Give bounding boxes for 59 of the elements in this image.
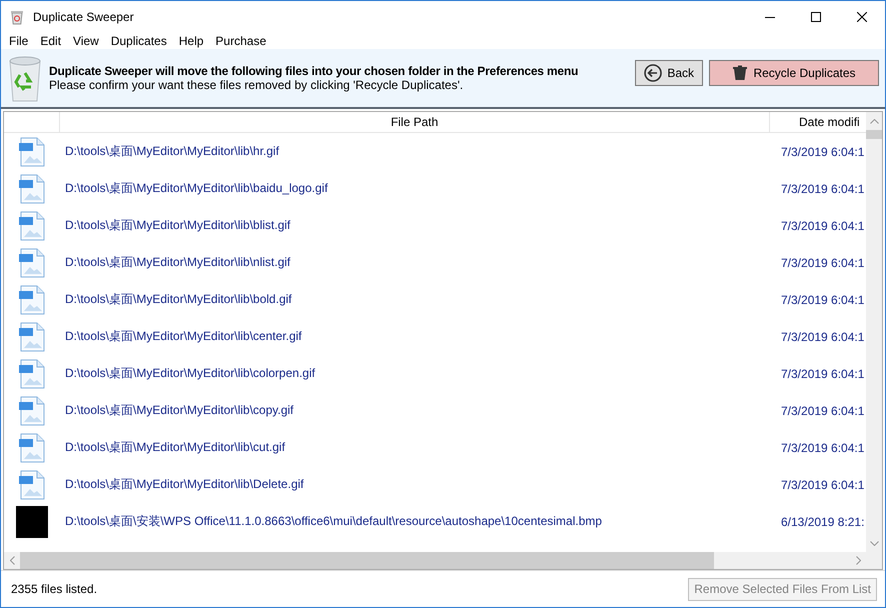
gif-file-icon	[19, 136, 45, 166]
menu-item[interactable]: Edit	[34, 34, 68, 48]
scroll-up-icon	[870, 118, 878, 124]
date-modified: 7/3/2019 6:04:1	[780, 330, 866, 344]
file-path: D:\tools\桌面\MyEditor\MyEditor\lib\blist.gif	[64, 217, 292, 234]
close-icon	[857, 12, 867, 22]
date-modified: 6/13/2019 8:21:	[780, 514, 866, 528]
file-path: D:\tools\桌面\MyEditor\MyEditor\lib\colorpen.gif	[64, 365, 316, 382]
date-modified: 7/3/2019 6:04:1	[780, 366, 866, 380]
date-modified: 7/3/2019 6:04:1	[780, 440, 866, 454]
scroll-down-icon	[870, 540, 878, 546]
date-modified: 7/3/2019 6:04:1	[780, 292, 866, 306]
date-modified: 7/3/2019 6:04:1	[780, 404, 866, 418]
image-thumbnail-icon	[16, 506, 48, 538]
file-path: D:\tools\桌面\MyEditor\MyEditor\lib\bold.gif	[64, 291, 293, 308]
file-path: D:\tools\桌面\MyEditor\MyEditor\lib\Delete.gif	[64, 476, 305, 493]
file-path: D:\tools\桌面\MyEditor\MyEditor\lib\hr.gif	[64, 143, 280, 160]
gif-file-icon	[19, 358, 45, 388]
gif-file-icon	[19, 174, 45, 204]
back-button[interactable]: Back	[635, 60, 703, 86]
menu-item[interactable]: Purchase	[210, 34, 272, 48]
gif-file-icon	[19, 248, 45, 278]
gif-file-icon	[19, 284, 45, 314]
scroll-left-icon	[10, 556, 14, 565]
file-path: D:\tools\桌面\MyEditor\MyEditor\lib\baidu_logo.gif	[64, 180, 329, 197]
window-title: Duplicate Sweeper	[33, 10, 135, 24]
date-modified: 7/3/2019 6:04:1	[780, 218, 866, 232]
gif-file-icon	[19, 470, 45, 500]
app-icon	[9, 8, 25, 24]
menu-item[interactable]: File	[3, 34, 34, 48]
column-header[interactable]: Date modifi	[770, 112, 866, 132]
maximize-icon	[811, 12, 821, 22]
vertical-scrollbar[interactable]	[866, 112, 882, 552]
scroll-right-icon	[856, 556, 860, 565]
file-count: 2355 files listed.	[11, 582, 98, 596]
gif-file-icon	[19, 432, 45, 462]
date-modified: 7/3/2019 6:04:1	[780, 256, 866, 270]
column-header[interactable]: File Path	[60, 112, 770, 132]
menu-item[interactable]: View	[67, 34, 105, 48]
banner-message: Please confirm your want these files removed by clicking 'Recycle Duplicates'.	[49, 78, 464, 92]
date-modified: 7/3/2019 6:04:1	[780, 478, 866, 492]
menu-item[interactable]: Duplicates	[104, 34, 173, 48]
date-modified: 7/3/2019 6:04:1	[780, 182, 866, 196]
banner-heading: Duplicate Sweeper will move the following files into your chosen folder in the Preferences menu	[49, 64, 580, 78]
menu-item[interactable]: Help	[172, 34, 210, 48]
scroll-thumb[interactable]	[20, 552, 714, 569]
horizontal-scrollbar[interactable]	[4, 552, 882, 569]
file-path: D:\tools\桌面\MyEditor\MyEditor\lib\center.gif	[64, 328, 303, 345]
file-path: D:\tools\桌面\MyEditor\MyEditor\lib\cut.gif	[64, 439, 286, 456]
file-path: D:\tools\桌面\安装\WPS Office\11.1.0.8663\office6\mui\default\resource\autoshape\10centesimal.bmp	[64, 513, 603, 530]
trash-icon	[732, 65, 748, 81]
gif-file-icon	[19, 396, 45, 426]
file-path: D:\tools\桌面\MyEditor\MyEditor\lib\copy.gif	[64, 402, 295, 419]
date-modified: 7/3/2019 6:04:1	[780, 144, 866, 158]
recycle-duplicates-button[interactable]: Recycle Duplicates	[709, 60, 879, 86]
file-path: D:\tools\桌面\MyEditor\MyEditor\lib\nlist.gif	[64, 254, 292, 271]
scroll-thumb[interactable]	[866, 130, 882, 139]
gif-file-icon	[19, 322, 45, 352]
gif-file-icon	[19, 210, 45, 240]
